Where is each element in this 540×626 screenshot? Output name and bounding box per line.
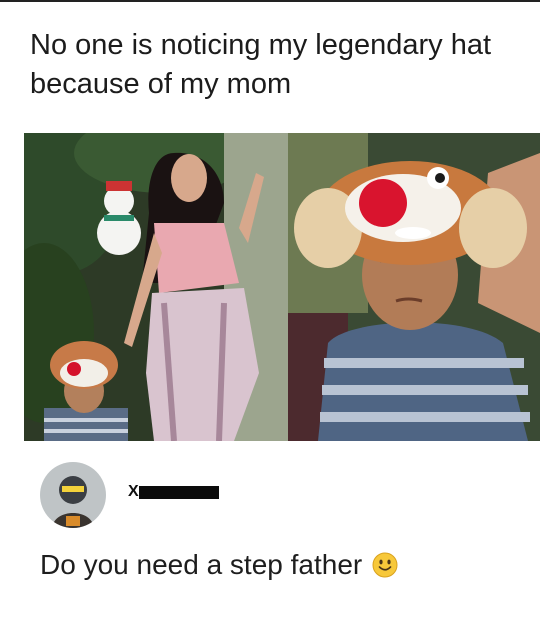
mom-photo-illustration [24,133,288,441]
photo-mom-and-boy[interactable] [24,133,288,441]
comment-body: Do you need a step father [40,548,398,582]
top-border [0,0,540,2]
redaction-bar [138,485,219,499]
comment: X Do you need a step father [40,462,520,592]
username-text: X [128,483,139,500]
avatar-icon [40,462,106,528]
comment-text: Do you need a step father [40,549,363,580]
avatar[interactable] [40,462,106,528]
smiley-emoji-icon [372,552,398,578]
boy-photo-illustration [288,133,540,441]
username[interactable]: X [128,483,219,501]
photo-boy-closeup[interactable] [288,133,540,441]
post-caption: No one is noticing my legendary hat beca… [30,29,492,100]
